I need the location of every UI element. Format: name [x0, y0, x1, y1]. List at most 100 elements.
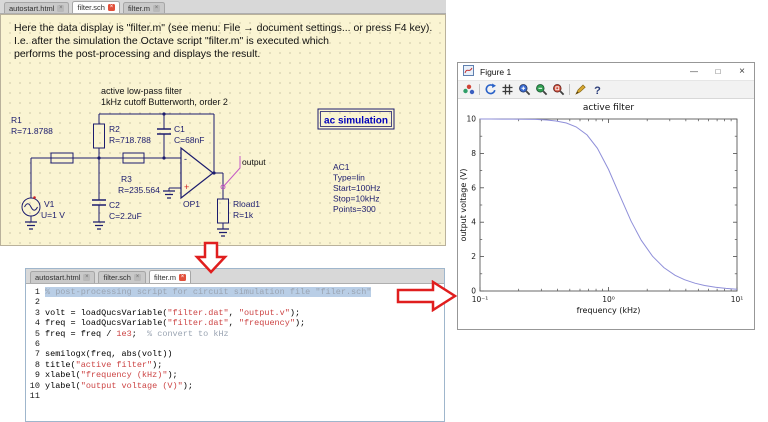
code-line[interactable]: 8title("active filter"); — [26, 360, 444, 370]
code-lines[interactable]: 1% post-processing script for circuit si… — [26, 284, 444, 421]
line-number: 4 — [26, 318, 40, 328]
circuit-title-line2: 1kHz cutoff Butterworth, order 2 — [101, 97, 228, 107]
line-content: volt = loadQucsVariable("filter.dat", "o… — [45, 308, 300, 318]
toolbar-separator — [479, 84, 480, 95]
component-r1[interactable]: R1 R=71.8788 — [11, 115, 73, 163]
tab-label: autostart.html — [35, 273, 80, 282]
polarity-plus-marker — [33, 196, 36, 199]
component-name: V1 — [44, 199, 55, 209]
component-name: C1 — [174, 124, 185, 134]
line-number: 10 — [26, 381, 40, 391]
code-line[interactable]: 2 — [26, 297, 444, 307]
figure-title: Figure 1 — [480, 67, 511, 77]
tab-close-icon[interactable]: × — [153, 5, 160, 12]
line-content: % post-processing script for circuit sim… — [45, 287, 371, 297]
y-axis-label: output voltage (V) — [459, 168, 468, 241]
circuit-title-line1: active low-pass filter — [101, 86, 182, 96]
line-content: title("active filter"); — [45, 360, 162, 370]
code-line[interactable]: 7 semilogx(freq, abs(volt)) — [26, 349, 444, 359]
code-line[interactable]: 1% post-processing script for circuit si… — [26, 287, 444, 297]
plot-axes-box — [480, 119, 737, 291]
editor-tabbar: autostart.html × filter.sch × filter.m × — [26, 269, 444, 284]
figure-app-icon — [463, 65, 476, 78]
code-line[interactable]: 4 freq = loadQucsVariable("filter.dat", "… — [26, 318, 444, 328]
tab-autostart-html[interactable]: autostart.html × — [4, 2, 69, 13]
tab-close-icon[interactable]: × — [57, 5, 64, 12]
ac-param: Points=300 — [333, 204, 376, 214]
tab-filter-sch[interactable]: filter.sch × — [98, 271, 146, 283]
ac-simulation-block[interactable]: ac simulation AC1 Type=lin Start=100Hz S… — [318, 109, 394, 214]
line-content: ylabel("output voltage (V)"); — [45, 381, 193, 391]
tab-filter-m[interactable]: filter.m × — [123, 2, 165, 13]
code-line[interactable]: 3 volt = loadQucsVariable("filter.dat", "… — [26, 308, 444, 318]
window-controls: — □ × — [682, 63, 754, 80]
circuit-drawing: active low-pass filter 1kHz cutoff Butte… — [1, 15, 445, 245]
component-value: R=235.564 — [118, 185, 160, 195]
tab-autostart-html[interactable]: autostart.html × — [30, 271, 95, 283]
tab-label: autostart.html — [9, 4, 54, 13]
plot-curve — [480, 119, 737, 289]
code-line[interactable]: 6 — [26, 339, 444, 349]
y-tick-label: 4 — [471, 218, 476, 227]
component-op1[interactable]: - + OP1 — [181, 148, 213, 209]
tab-filter-m[interactable]: filter.m × — [149, 270, 191, 283]
line-content: xlabel("frequency (kHz)"); — [45, 370, 178, 380]
y-tick-label: 10 — [466, 115, 476, 124]
component-name: Rload1 — [233, 199, 260, 209]
close-button[interactable]: × — [730, 63, 754, 80]
zoom-out-icon[interactable] — [535, 83, 548, 96]
component-r3[interactable]: R3 R=235.564 — [118, 153, 160, 195]
opamp-inverting-mark: - — [184, 154, 187, 164]
ac-param: Type=lin — [333, 173, 365, 183]
line-number: 3 — [26, 308, 40, 318]
tab-label: filter.m — [128, 4, 150, 13]
component-rload1[interactable]: Rload1 R=1k — [218, 199, 261, 223]
refresh-icon[interactable] — [484, 83, 497, 96]
maximize-button[interactable]: □ — [706, 63, 730, 80]
toolbar-separator — [569, 84, 570, 95]
minimize-button[interactable]: — — [682, 63, 706, 80]
ac-param: AC1 — [333, 162, 350, 172]
code-line[interactable]: 5freq = freq / 1e3; % convert to kHz — [26, 329, 444, 339]
grid-icon[interactable] — [501, 83, 514, 96]
ac-param: Stop=10kHz — [333, 194, 380, 204]
line-content: freq = loadQucsVariable("filter.dat", "f… — [45, 318, 305, 328]
schematic-canvas[interactable]: Here the data display is "filter.m" (see… — [0, 14, 446, 246]
zoom-in-icon[interactable] — [518, 83, 531, 96]
component-value: R=71.8788 — [11, 126, 53, 136]
annotate-icon[interactable] — [574, 83, 587, 96]
figure-window: Figure 1 — □ × — [457, 62, 755, 330]
schematic-tabbar: autostart.html × filter.sch × filter.m × — [0, 0, 446, 14]
opamp-noninverting-mark: + — [184, 182, 189, 192]
net-label-output[interactable]: output — [221, 156, 266, 189]
component-name: R2 — [109, 124, 120, 134]
figure-titlebar[interactable]: Figure 1 — □ × — [458, 63, 754, 80]
code-line[interactable]: 10 ylabel("output voltage (V)"); — [26, 381, 444, 391]
x-tick-label: 10⁰ — [602, 295, 615, 304]
component-value: U=1 V — [41, 210, 65, 220]
schematic-window: autostart.html × filter.sch × filter.m ×… — [0, 0, 446, 246]
autoscale-icon[interactable] — [552, 83, 565, 96]
tab-label: filter.sch — [103, 273, 131, 282]
help-icon[interactable]: ? — [591, 83, 604, 96]
plot-title: active filter — [583, 103, 634, 113]
tab-close-icon[interactable]: × — [179, 274, 186, 281]
y-tick-label: 8 — [471, 149, 476, 158]
tab-close-icon[interactable]: × — [134, 274, 141, 281]
tab-label: filter.m — [154, 273, 176, 282]
line-number: 7 — [26, 349, 40, 359]
component-name: R3 — [121, 174, 132, 184]
tab-filter-sch[interactable]: filter.sch × — [72, 1, 120, 13]
component-v1[interactable]: V1 U=1 V — [22, 196, 65, 220]
plot-area: 024681010⁻¹10⁰10¹active filterfrequency … — [458, 99, 754, 329]
component-r2[interactable]: R2 R=718.788 — [94, 124, 152, 148]
component-value: R=718.788 — [109, 135, 151, 145]
x-axis-label: frequency (kHz) — [577, 306, 641, 315]
tab-close-icon[interactable]: × — [83, 274, 90, 281]
line-number: 5 — [26, 329, 40, 339]
code-line[interactable]: 9xlabel("frequency (kHz)"); — [26, 370, 444, 380]
new-plot-icon[interactable] — [462, 83, 475, 96]
line-content: semilogx(freq, abs(volt)) — [45, 349, 173, 359]
tab-close-icon[interactable]: × — [108, 4, 115, 11]
code-line[interactable]: 11 — [26, 391, 444, 401]
